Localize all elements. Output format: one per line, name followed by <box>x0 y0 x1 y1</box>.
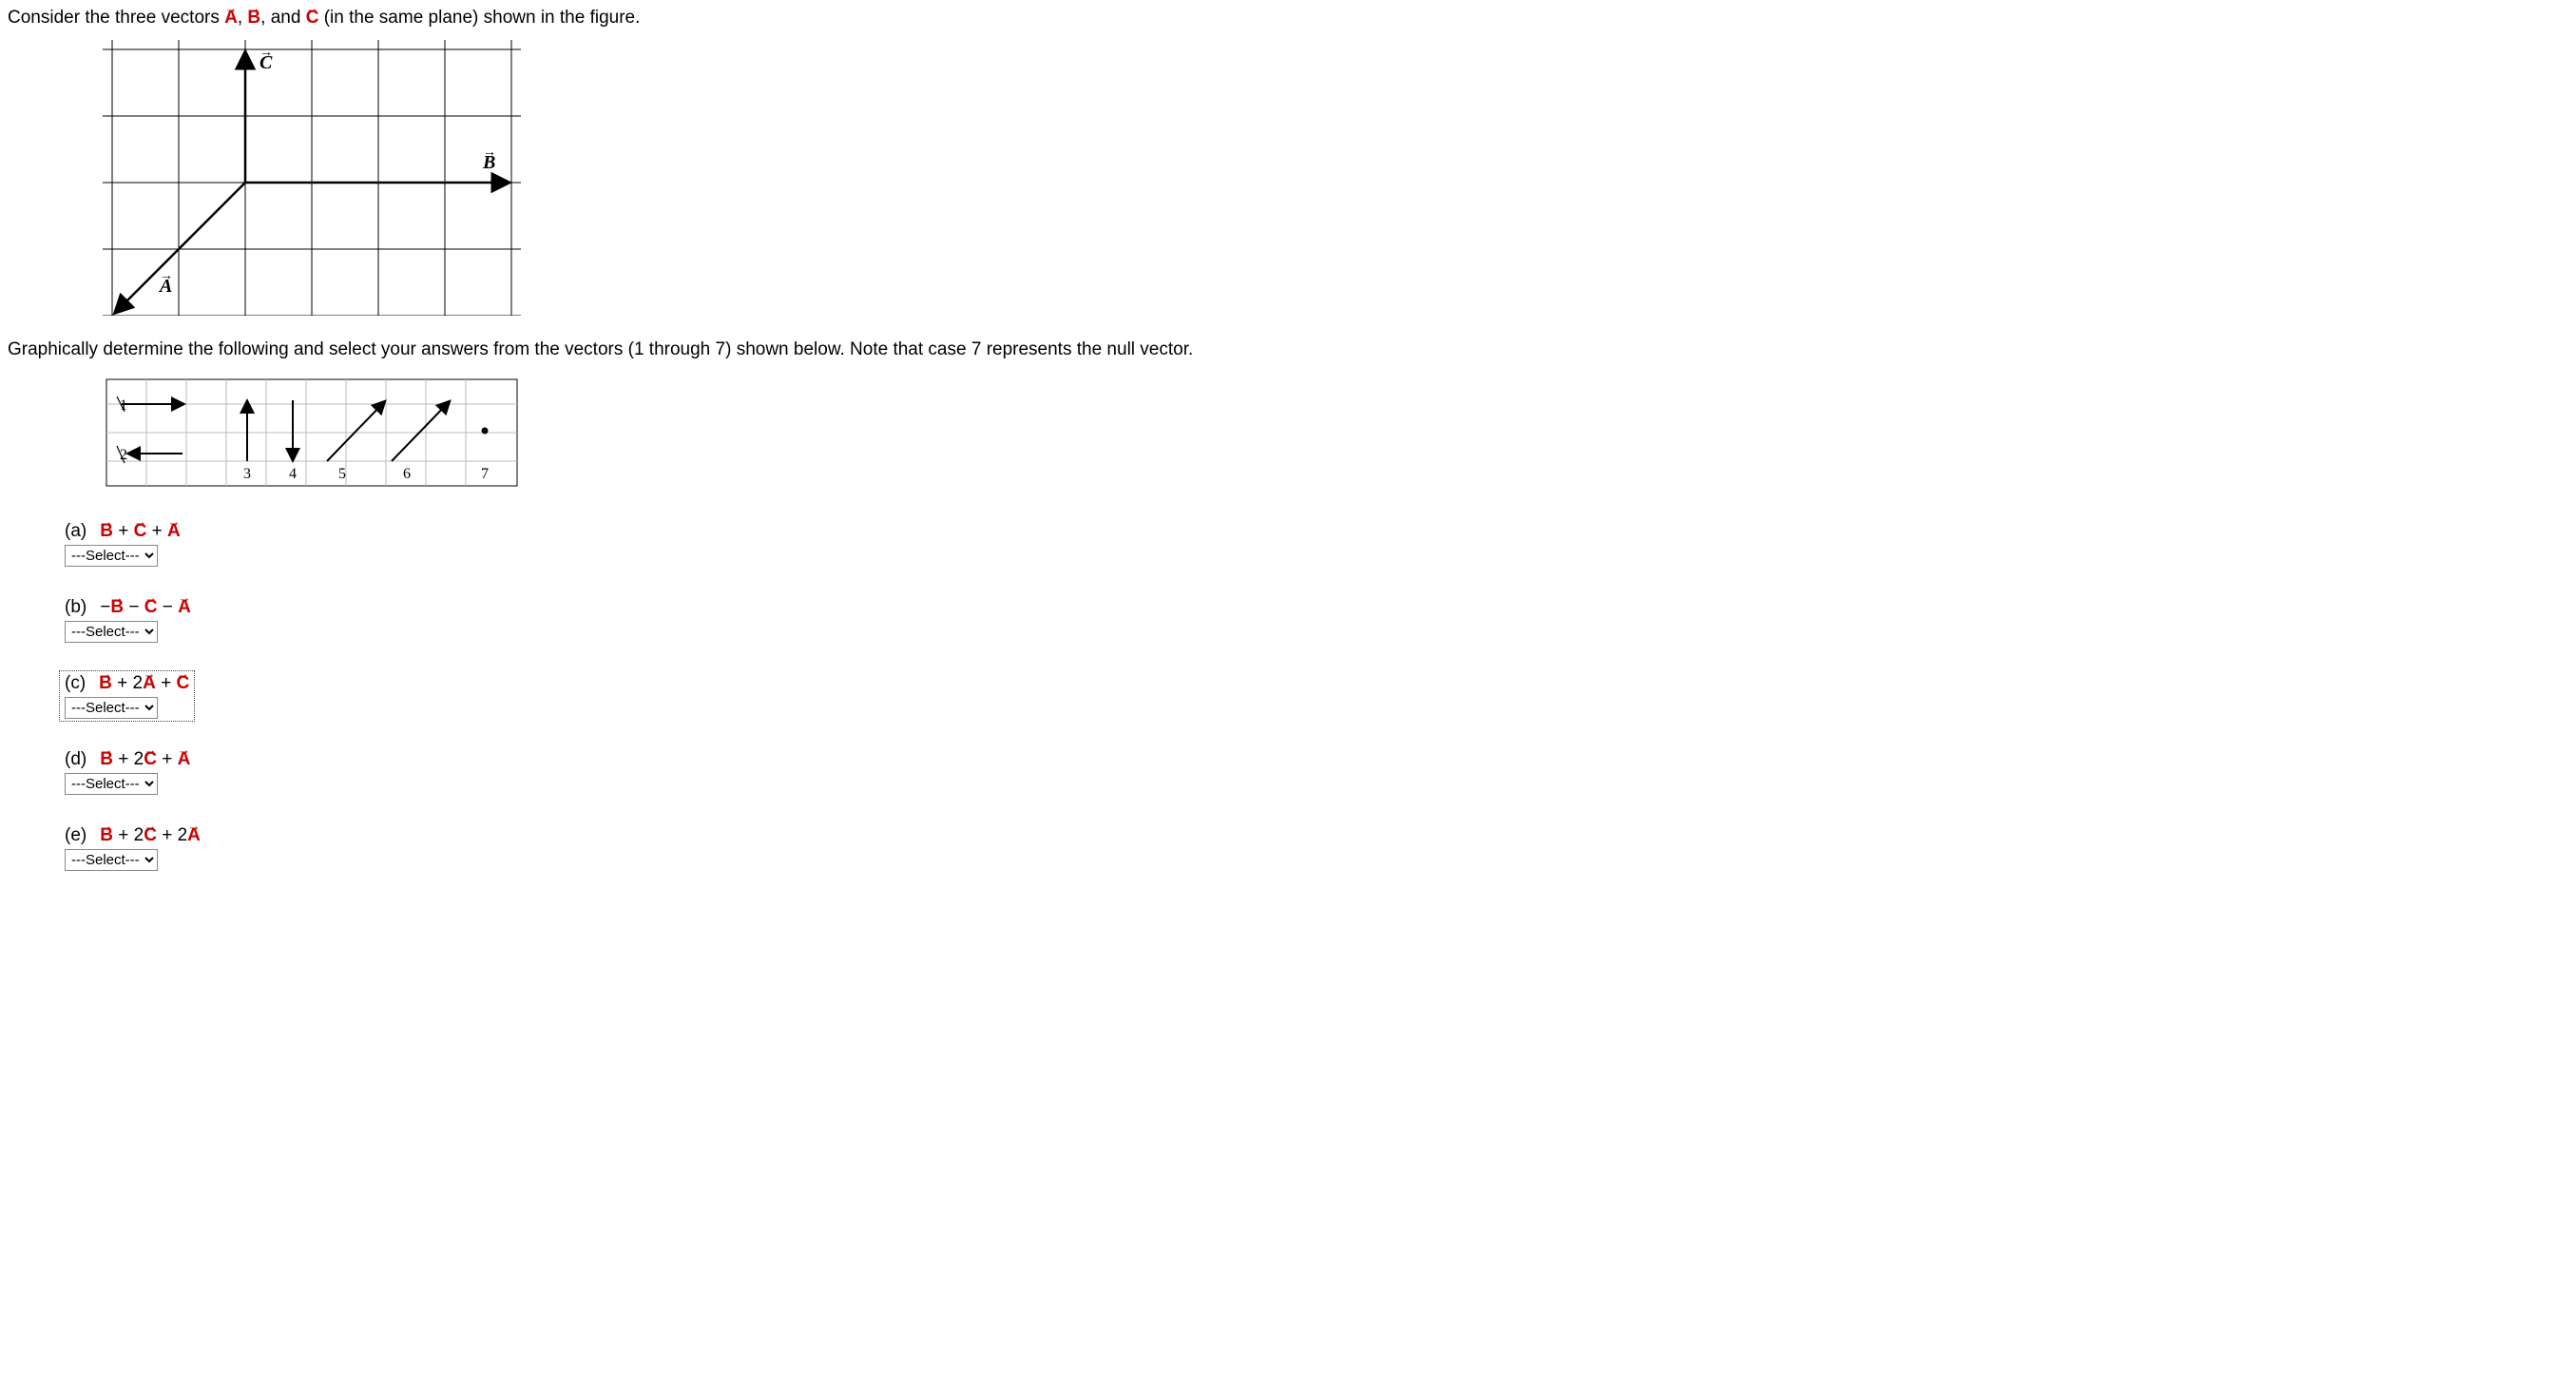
vector-symbol-c: C <box>134 521 147 542</box>
vector-a-label: A <box>224 8 238 29</box>
options-svg: 1 2 3 4 5 6 7 <box>103 376 521 490</box>
svg-text:→: → <box>260 46 273 60</box>
question-expression: (e)B + 2C + 2A <box>65 825 201 846</box>
operator-text: + <box>113 521 134 541</box>
part-label: (a) <box>65 521 87 541</box>
operator-text: + <box>157 749 178 769</box>
question-expression: (a) B + C + A <box>65 521 181 542</box>
question-block-b: (b)−B − C − A---Select--- <box>65 597 2568 643</box>
answer-select[interactable]: ---Select--- <box>65 849 158 871</box>
option-7-point <box>482 428 489 435</box>
option-6-label: 6 <box>403 466 411 482</box>
sep-2: , and <box>260 8 306 28</box>
vector-b-label: B <box>247 8 260 29</box>
question-block-e: (e)B + 2C + 2A---Select--- <box>65 825 2568 871</box>
answer-select[interactable]: ---Select--- <box>65 697 158 719</box>
intro-suffix: (in the same plane) shown in the figure. <box>324 8 641 28</box>
question-block-c: (c) B + 2A + C ---Select--- <box>65 673 2568 719</box>
vector-symbol-b: B <box>100 749 113 770</box>
vector-c-label: C <box>306 8 319 29</box>
part-label: (c) <box>65 673 86 693</box>
option-6-arrow <box>392 402 449 461</box>
option-5-label: 5 <box>338 466 346 482</box>
vector-symbol-b: B <box>100 521 113 542</box>
part-label: (e) <box>65 825 87 845</box>
operator-text: − <box>100 597 110 617</box>
option-7-label: 7 <box>481 466 489 482</box>
operator-text: + <box>146 521 167 541</box>
vector-symbol-a: A <box>187 825 201 846</box>
answer-select[interactable]: ---Select--- <box>65 545 158 567</box>
vector-symbol-b: B <box>100 825 113 846</box>
part-label: (d) <box>65 749 87 769</box>
vector-symbol-b: B <box>110 597 124 618</box>
operator-text: + 2 <box>112 673 143 693</box>
svg-text:→: → <box>483 145 496 160</box>
main-vector-figure: C → B → A → <box>103 40 2568 320</box>
intro-text: Consider the three vectors A, B, and C (… <box>8 8 2568 29</box>
vector-symbol-a: A <box>143 673 156 694</box>
question-expression: (b)−B − C − A <box>65 597 191 618</box>
question-block-d: (d) B + 2C + A ---Select--- <box>65 749 2568 795</box>
vector-symbol-a: A <box>167 521 181 542</box>
part-label: (b) <box>65 597 87 617</box>
operator-text: − <box>124 597 144 617</box>
vector-symbol-b: B <box>99 673 112 694</box>
option-4-label: 4 <box>289 466 297 482</box>
vector-symbol-a: A <box>178 597 191 618</box>
instruction-text: Graphically determine the following and … <box>8 339 2568 360</box>
vector-symbol-c: C <box>177 673 190 694</box>
operator-text: + 2 <box>113 749 144 769</box>
question-block-a: (a) B + C + A ---Select--- <box>65 521 2568 567</box>
vector-symbol-c: C <box>144 825 157 846</box>
vector-symbol-c: C <box>144 597 158 618</box>
answer-select[interactable]: ---Select--- <box>65 773 158 795</box>
svg-text:→: → <box>160 269 173 283</box>
option-5-arrow <box>327 402 384 461</box>
intro-prefix: Consider the three vectors <box>8 8 224 28</box>
question-expression: (c) B + 2A + C <box>65 673 189 694</box>
vector-a-arrow <box>116 183 245 312</box>
operator-text: + 2 <box>157 825 187 845</box>
question-expression: (d) B + 2C + A <box>65 749 190 770</box>
operator-text: + 2 <box>113 825 144 845</box>
vector-symbol-c: C <box>144 749 157 770</box>
option-3-label: 3 <box>243 466 251 482</box>
vector-grid-svg: C → B → A → <box>103 40 521 316</box>
operator-text: − <box>157 597 178 617</box>
answer-select[interactable]: ---Select--- <box>65 621 158 643</box>
vector-symbol-a: A <box>178 749 191 770</box>
operator-text: + <box>156 673 177 693</box>
options-figure: 1 2 3 4 5 6 7 <box>103 376 2568 494</box>
sep-1: , <box>238 8 248 28</box>
